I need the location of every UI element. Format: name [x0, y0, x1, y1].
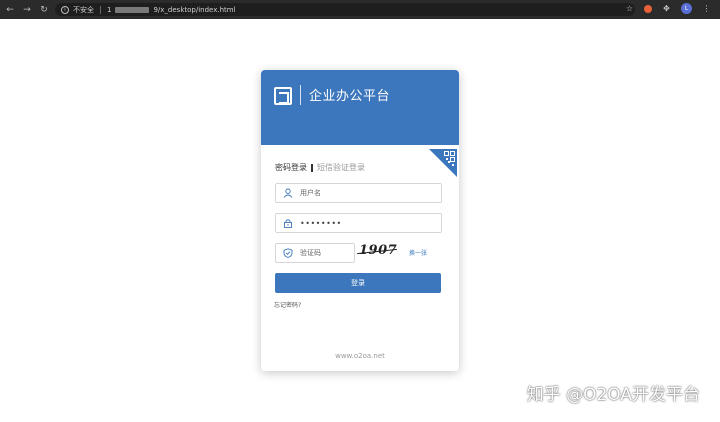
username-field[interactable]: 用户名 [275, 183, 442, 203]
menu-icon[interactable]: ⋮ [701, 3, 712, 14]
url-redaction [115, 6, 150, 13]
captcha-placeholder: 验证码 [300, 249, 321, 257]
url-prefix: 1 [107, 5, 112, 14]
info-icon[interactable]: i [61, 5, 69, 14]
tab-sms-login[interactable]: 短信验证登录 [317, 162, 365, 173]
url-suffix: 9/x_desktop/index.html [153, 5, 236, 14]
tab-separator [311, 163, 313, 172]
user-icon [276, 188, 300, 198]
puzzle-icon[interactable]: ✥ [661, 3, 672, 14]
app-title: 企业办公平台 [309, 89, 391, 104]
reload-icon[interactable]: ↻ [37, 3, 51, 17]
qr-code-icon[interactable] [429, 149, 457, 177]
address-separator [100, 5, 101, 14]
logo-divider [300, 85, 301, 105]
profile-avatar[interactable]: L [681, 3, 692, 14]
browser-toolbar: ← → ↻ i 不安全 1 9/x_desktop/index.html ☆ ✥ … [0, 0, 720, 19]
card-header: 企业办公平台 [261, 70, 459, 145]
login-tabs: 密码登录 短信验证登录 [275, 162, 365, 173]
logo-icon [274, 87, 292, 105]
footer-url[interactable]: www.o2oa.net [261, 352, 459, 360]
back-icon[interactable]: ← [3, 3, 17, 17]
forgot-password-link[interactable]: 忘记密码? [274, 300, 301, 309]
star-icon[interactable]: ☆ [624, 3, 635, 14]
password-value: •••••••• [300, 218, 342, 228]
tab-password-login[interactable]: 密码登录 [275, 162, 307, 173]
lock-icon [276, 218, 300, 228]
captcha-field[interactable]: 验证码 [275, 243, 355, 263]
refresh-captcha-link[interactable]: 换一张 [409, 248, 427, 257]
security-label: 不安全 [73, 5, 94, 14]
watermark-text: 知乎 @O2OA开发平台 [526, 385, 700, 405]
extension-icon[interactable] [644, 4, 652, 13]
address-bar[interactable]: i 不安全 1 9/x_desktop/index.html [55, 3, 635, 16]
login-button[interactable]: 登录 [275, 273, 441, 293]
forward-icon[interactable]: → [20, 3, 34, 17]
username-placeholder: 用户名 [300, 189, 321, 197]
password-field[interactable]: •••••••• [275, 213, 442, 233]
shield-icon [276, 248, 300, 258]
captcha-image[interactable]: 1907 [359, 243, 397, 258]
login-card: 企业办公平台 密码登录 短信验证登录 用户名 •••••••• 验证码 1907… [261, 70, 459, 371]
